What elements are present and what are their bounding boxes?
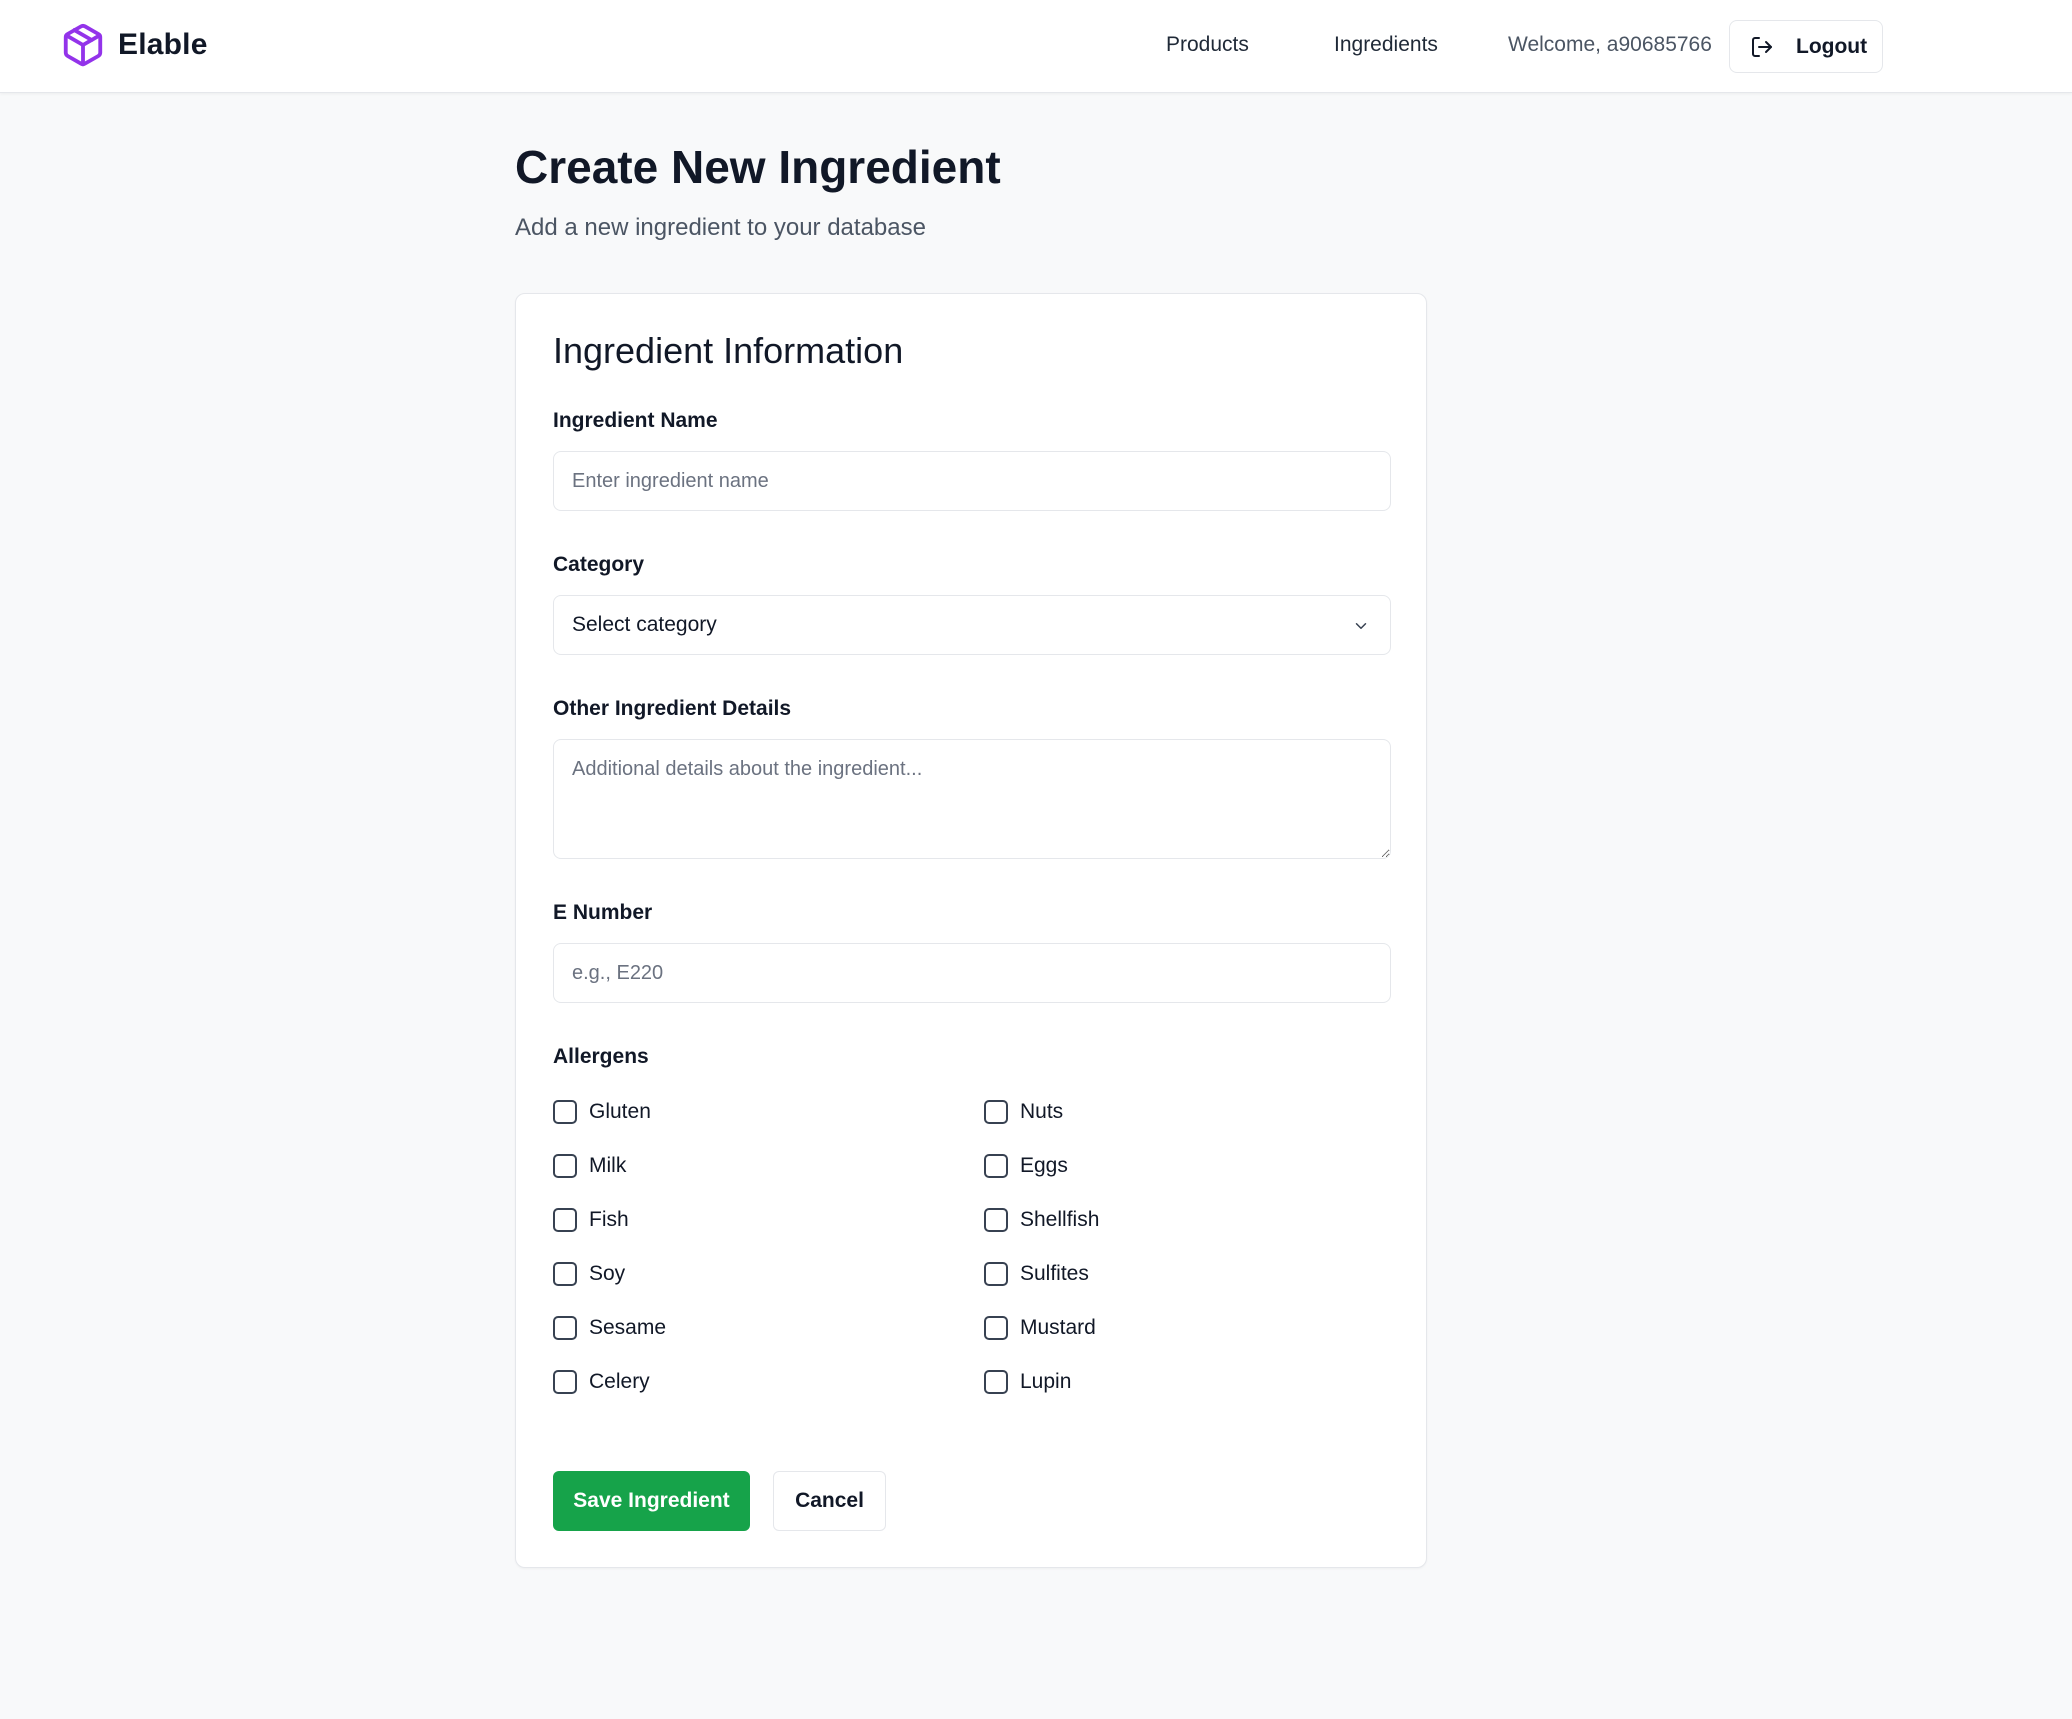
allergen-nuts[interactable]: Nuts (984, 1100, 1063, 1124)
allergen-shellfish[interactable]: Shellfish (984, 1208, 1099, 1232)
checkbox[interactable] (984, 1370, 1008, 1394)
checkbox[interactable] (984, 1100, 1008, 1124)
allergen-mustard[interactable]: Mustard (984, 1316, 1096, 1340)
card-title: Ingredient Information (553, 330, 904, 371)
brand-name: Elable (118, 28, 208, 61)
category-select[interactable]: Select category (553, 595, 1391, 655)
checkbox[interactable] (553, 1154, 577, 1178)
checkbox[interactable] (553, 1262, 577, 1286)
nav-products-link[interactable]: Products (1166, 33, 1249, 57)
checkbox[interactable] (553, 1370, 577, 1394)
allergen-label: Fish (589, 1208, 629, 1231)
page-subtitle: Add a new ingredient to your database (515, 214, 926, 241)
allergen-label: Eggs (1020, 1154, 1068, 1177)
cancel-button[interactable]: Cancel (773, 1471, 886, 1531)
allergen-milk[interactable]: Milk (553, 1154, 626, 1178)
checkbox[interactable] (553, 1100, 577, 1124)
box-icon (63, 23, 103, 67)
allergen-label: Gluten (589, 1100, 651, 1123)
logout-icon (1752, 36, 1772, 57)
logout-button[interactable]: Logout (1729, 20, 1883, 73)
checkbox[interactable] (553, 1208, 577, 1232)
category-label: Category (553, 553, 645, 576)
allergen-soy[interactable]: Soy (553, 1262, 625, 1286)
e-number-label: E Number (553, 901, 653, 924)
chevron-down-icon (1355, 623, 1367, 629)
details-label: Other Ingredient Details (553, 697, 792, 720)
brand[interactable]: Elable (60, 22, 208, 68)
checkbox[interactable] (984, 1316, 1008, 1340)
allergen-label: Sesame (589, 1316, 667, 1339)
allergen-sesame[interactable]: Sesame (553, 1316, 666, 1340)
logout-label: Logout (1796, 34, 1868, 58)
allergen-label: Celery (589, 1370, 650, 1393)
top-navbar: Elable Products Ingredients Welcome, a90… (0, 0, 2072, 93)
checkbox[interactable] (553, 1316, 577, 1340)
allergen-label: Shellfish (1020, 1208, 1100, 1231)
allergen-fish[interactable]: Fish (553, 1208, 629, 1232)
checkbox[interactable] (984, 1154, 1008, 1178)
ingredient-name-label: Ingredient Name (553, 409, 718, 432)
allergens-label: Allergens (553, 1045, 649, 1068)
e-number-input[interactable] (553, 943, 1391, 1003)
checkbox[interactable] (984, 1208, 1008, 1232)
allergen-gluten[interactable]: Gluten (553, 1100, 651, 1124)
allergen-label: Soy (589, 1262, 626, 1285)
save-ingredient-button[interactable]: Save Ingredient (553, 1471, 750, 1531)
allergen-label: Nuts (1020, 1100, 1064, 1123)
allergen-sulfites[interactable]: Sulfites (984, 1262, 1089, 1286)
allergen-celery[interactable]: Celery (553, 1370, 650, 1394)
nav-ingredients-link[interactable]: Ingredients (1334, 33, 1438, 57)
allergen-eggs[interactable]: Eggs (984, 1154, 1068, 1178)
ingredient-name-input[interactable] (553, 451, 1391, 511)
page-title: Create New Ingredient (515, 141, 1001, 193)
allergen-label: Mustard (1020, 1316, 1096, 1339)
category-select-value: Select category (572, 613, 717, 636)
allergen-lupin[interactable]: Lupin (984, 1370, 1071, 1394)
welcome-text: Welcome, a90685766 (1508, 33, 1712, 56)
checkbox[interactable] (984, 1262, 1008, 1286)
allergen-label: Lupin (1020, 1370, 1072, 1393)
ingredient-form-card: Ingredient Information Ingredient Name C… (515, 293, 1427, 1568)
allergen-label: Sulfites (1020, 1262, 1089, 1285)
allergen-label: Milk (589, 1154, 627, 1177)
details-textarea[interactable] (553, 739, 1391, 859)
